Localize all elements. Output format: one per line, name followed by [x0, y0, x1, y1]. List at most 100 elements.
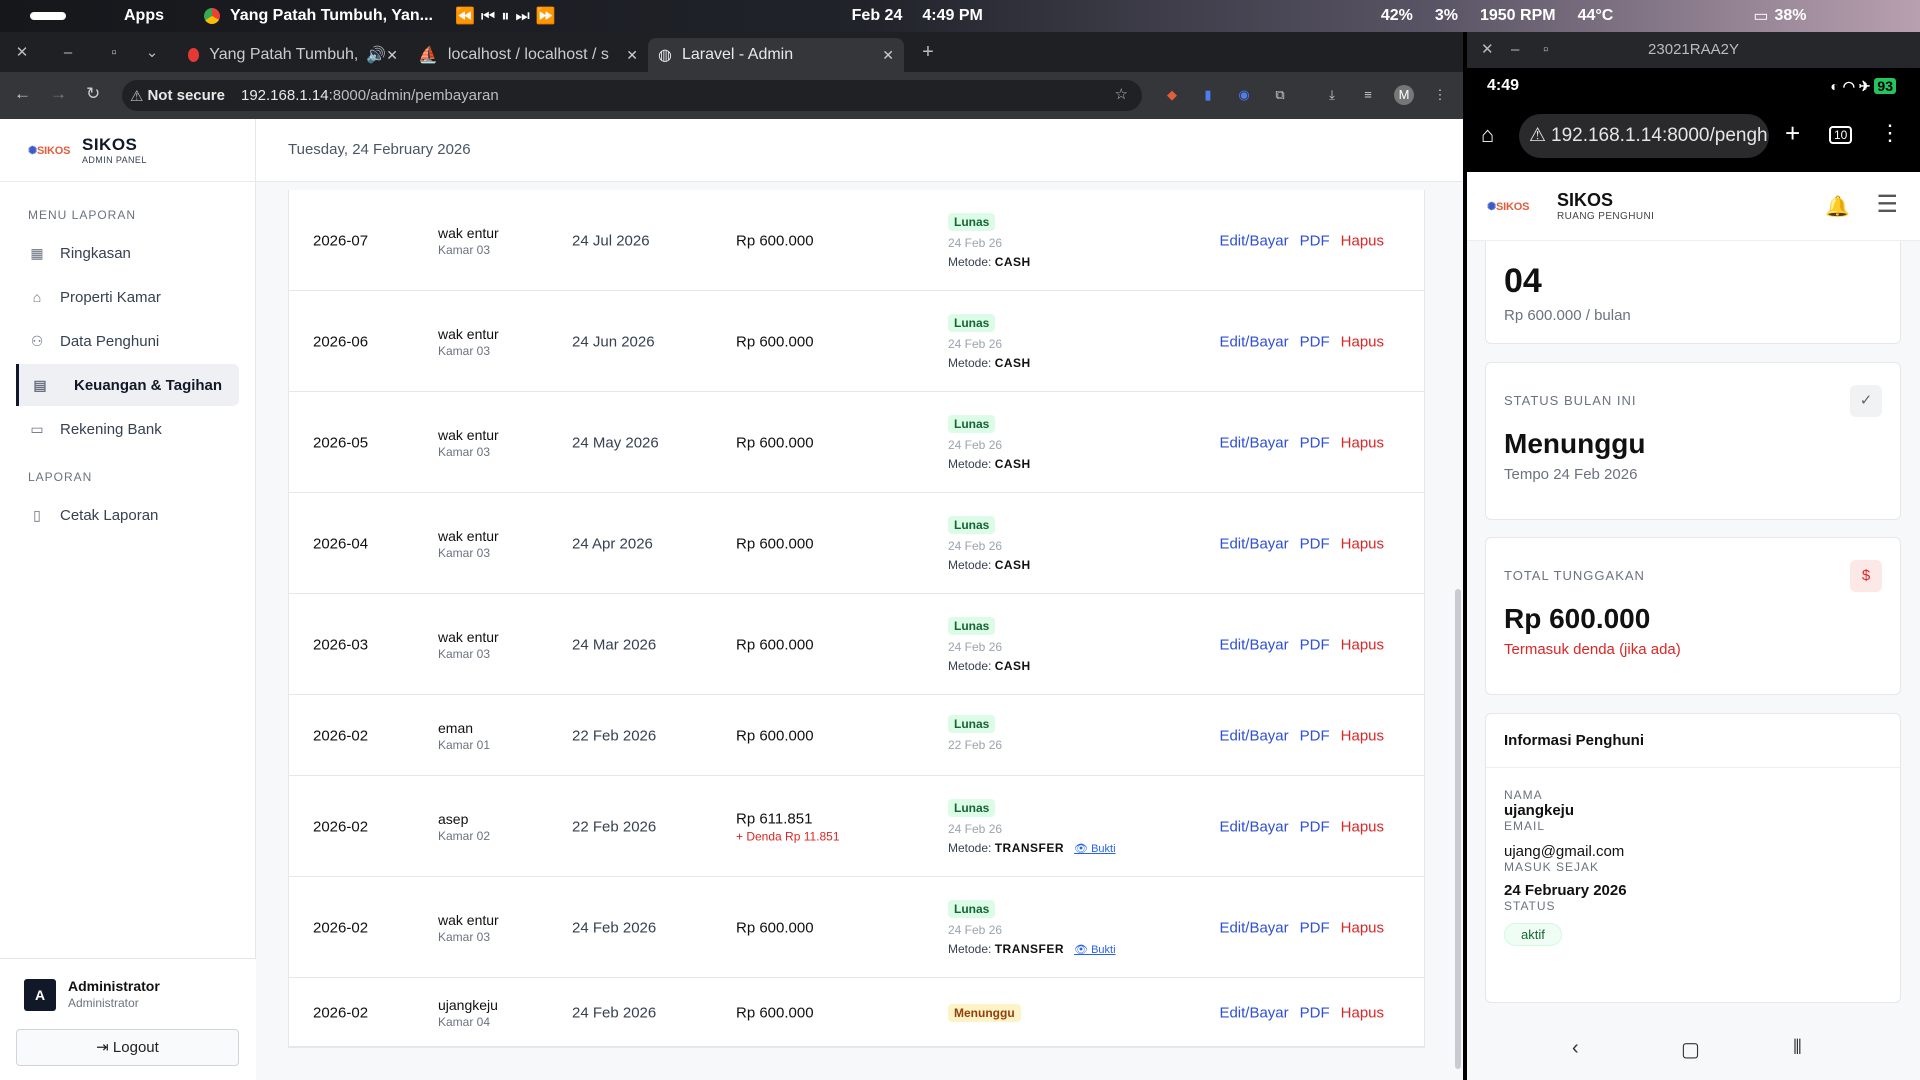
edit-pay-link[interactable]: Edit/Bayar: [1219, 919, 1288, 936]
forward-icon[interactable]: →: [50, 84, 67, 104]
payment-method: Metode: TRANSFER 👁 Bukti: [948, 841, 1116, 855]
delete-link[interactable]: Hapus: [1341, 434, 1384, 451]
due-date: 24 Feb 2026: [572, 919, 657, 936]
address-bar[interactable]: ⚠ Not secure 192.168.1.14 :8000/admin/pe…: [122, 80, 1142, 111]
bookmark-star-icon[interactable]: ☆: [1115, 85, 1128, 103]
edit-pay-link[interactable]: Edit/Bayar: [1219, 636, 1288, 653]
pdf-link[interactable]: PDF: [1300, 333, 1330, 350]
new-tab-icon[interactable]: +: [1785, 118, 1800, 149]
menu-kebab-icon[interactable]: ⋮: [1430, 85, 1450, 105]
page-scrollbar[interactable]: [1455, 589, 1461, 1069]
tab-youtube[interactable]: Yang Patah Tumbuh, 🔊 ✕: [178, 38, 408, 72]
proof-link[interactable]: 👁 Bukti: [1074, 843, 1116, 855]
delete-link[interactable]: Hapus: [1341, 818, 1384, 835]
delete-link[interactable]: Hapus: [1341, 535, 1384, 552]
time[interactable]: 4:49 PM: [922, 7, 982, 25]
edit-pay-link[interactable]: Edit/Bayar: [1219, 434, 1288, 451]
pdf-link[interactable]: PDF: [1300, 727, 1330, 744]
edit-pay-link[interactable]: Edit/Bayar: [1219, 818, 1288, 835]
pdf-link[interactable]: PDF: [1300, 818, 1330, 835]
media-title[interactable]: Yang Patah Tumbuh, Yan...: [230, 7, 433, 25]
pdf-link[interactable]: PDF: [1300, 919, 1330, 936]
phone-address-bar[interactable]: ⚠ 192.168.1.14:8000/pengh: [1519, 114, 1769, 158]
back-icon[interactable]: ←: [14, 84, 31, 104]
tab-search-icon[interactable]: ⌄: [138, 43, 166, 61]
eye-icon: 👁: [1074, 943, 1089, 956]
download-icon[interactable]: ⤓: [1322, 85, 1342, 105]
close-icon[interactable]: ✕: [1481, 32, 1494, 68]
delete-link[interactable]: Hapus: [1341, 1004, 1384, 1021]
profile-avatar[interactable]: M: [1394, 85, 1414, 105]
proof-link[interactable]: 👁 Bukti: [1074, 944, 1116, 956]
tab-phpmyadmin[interactable]: ⛵ localhost / localhost / s ✕: [408, 38, 648, 72]
recents-nav-icon[interactable]: ⦀: [1793, 1037, 1802, 1060]
cpu-temp: 44°C: [1577, 7, 1614, 24]
home-nav-icon[interactable]: ▢: [1681, 1037, 1700, 1062]
edit-pay-link[interactable]: Edit/Bayar: [1219, 727, 1288, 744]
delete-link[interactable]: Hapus: [1341, 727, 1384, 744]
extension-doc-icon[interactable]: ▮: [1198, 85, 1218, 105]
minimize-icon[interactable]: –: [54, 44, 82, 61]
security-label[interactable]: Not secure: [147, 87, 225, 104]
delete-link[interactable]: Hapus: [1341, 232, 1384, 249]
extension-circle-icon[interactable]: ◉: [1234, 85, 1254, 105]
pdf-link[interactable]: PDF: [1300, 1004, 1330, 1021]
close-window-icon[interactable]: ✕: [8, 43, 36, 61]
hamburger-icon[interactable]: ☰: [1876, 190, 1898, 219]
pdf-link[interactable]: PDF: [1300, 434, 1330, 451]
close-tab-icon[interactable]: ✕: [386, 47, 398, 64]
back-nav-icon[interactable]: ‹: [1572, 1037, 1579, 1060]
extensions-puzzle-icon[interactable]: ⧉: [1270, 85, 1290, 105]
close-tab-icon[interactable]: ✕: [882, 47, 894, 64]
edit-pay-link[interactable]: Edit/Bayar: [1219, 333, 1288, 350]
home-icon[interactable]: ⌂: [1481, 122, 1494, 148]
pdf-link[interactable]: PDF: [1300, 636, 1330, 653]
new-tab-icon[interactable]: +: [914, 41, 942, 64]
edit-pay-link[interactable]: Edit/Bayar: [1219, 535, 1288, 552]
method-label: Metode:: [948, 355, 992, 370]
delete-link[interactable]: Hapus: [1341, 636, 1384, 653]
phone-content: 04 Rp 600.000 / bulan STATUS BULAN INI ✓…: [1467, 241, 1920, 1021]
extension-fox-icon[interactable]: ◆: [1162, 85, 1182, 105]
method-value: CASH: [994, 456, 1031, 471]
due-date: 22 Feb 2026: [572, 818, 657, 835]
room-label: Kamar 03: [438, 343, 491, 358]
workspace-indicator[interactable]: [30, 12, 66, 20]
delete-link[interactable]: Hapus: [1341, 333, 1384, 350]
date[interactable]: Feb 24: [852, 7, 903, 25]
delete-link[interactable]: Hapus: [1341, 919, 1384, 936]
method-value: CASH: [994, 658, 1031, 673]
tenant-cell: wak entur Kamar 03: [438, 528, 499, 560]
fan-speed: 1950 RPM: [1479, 7, 1556, 24]
status-badge: Lunas: [948, 798, 996, 817]
close-tab-icon[interactable]: ✕: [626, 47, 638, 64]
audio-icon[interactable]: 🔊: [366, 45, 386, 65]
reload-icon[interactable]: ↻: [86, 84, 100, 104]
edit-pay-link[interactable]: Edit/Bayar: [1219, 1004, 1288, 1021]
sidebar-item-keuangan[interactable]: ▤ Keuangan & Tagihan: [16, 364, 239, 406]
menu-kebab-icon[interactable]: ⋮: [1879, 120, 1901, 146]
maximize-icon[interactable]: ▫: [1543, 32, 1548, 68]
media-controls-icon[interactable]: ⏪⏮⏸⏭⏩: [455, 6, 562, 26]
maximize-icon[interactable]: ▫: [100, 44, 128, 61]
bell-icon[interactable]: 🔔: [1825, 194, 1850, 219]
table-row: 2026-07 wak entur Kamar 03 24 Jul 2026 Rp 60…: [289, 190, 1424, 291]
media-queue-icon[interactable]: ≡: [1358, 85, 1378, 105]
pdf-link[interactable]: PDF: [1300, 232, 1330, 249]
sidebar-item-properti-kamar[interactable]: ⌂ Properti Kamar: [16, 276, 239, 318]
apps-menu[interactable]: Apps: [124, 7, 164, 25]
table-row: 2026-02 asep Kamar 02 22 Feb 2026 Rp 611.851…: [289, 776, 1424, 877]
room-label: Kamar 03: [438, 646, 491, 661]
battery-icon[interactable]: ▭: [1753, 6, 1768, 26]
tab-laravel-admin[interactable]: ◍ Laravel - Admin ✕: [648, 38, 904, 72]
pdf-link[interactable]: PDF: [1300, 535, 1330, 552]
room-label: Kamar 01: [438, 737, 491, 752]
minimize-icon[interactable]: –: [1511, 32, 1519, 68]
sidebar-item-ringkasan[interactable]: ▦ Ringkasan: [16, 232, 239, 274]
edit-pay-link[interactable]: Edit/Bayar: [1219, 232, 1288, 249]
sidebar-item-data-penghuni[interactable]: ⚇ Data Penghuni: [16, 320, 239, 362]
sidebar-item-rekening-bank[interactable]: ▭ Rekening Bank: [16, 408, 239, 450]
logout-button[interactable]: ⇥ Logout: [16, 1029, 239, 1066]
sidebar-item-cetak-laporan[interactable]: ▯ Cetak Laporan: [16, 494, 239, 536]
tab-count[interactable]: 10: [1829, 126, 1853, 144]
